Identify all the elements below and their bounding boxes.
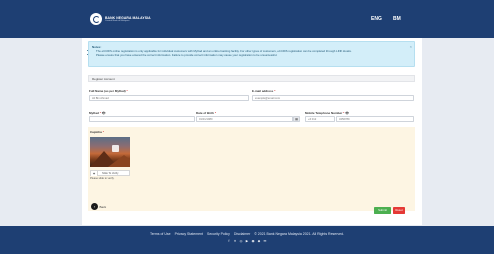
mail-icon[interactable]: ✉	[263, 239, 267, 243]
calendar-icon[interactable]: ▦	[293, 116, 300, 122]
footer-links: Terms of Use Privacy Statement Security …	[0, 232, 494, 236]
submit-button[interactable]: Submit	[374, 207, 391, 214]
notes-list: The eCCRIS online registration is only a…	[96, 49, 411, 57]
instagram-icon[interactable]: ◎	[239, 239, 243, 243]
footer-link-terms[interactable]: Terms of Use	[150, 232, 171, 236]
reset-button[interactable]: Reset	[393, 207, 405, 214]
captcha-label: Captcha *	[90, 130, 104, 134]
pinterest-icon[interactable]: ◆	[257, 239, 261, 243]
close-icon[interactable]: ×	[410, 44, 412, 49]
phone-label: Mobile Telephone Number *👁	[305, 111, 350, 115]
footer-copyright: © 2021 Bank Negara Malaysia 2021. All Ri…	[254, 232, 344, 236]
phone-prefix-input[interactable]: +6 012	[305, 116, 335, 122]
back-label: Back	[99, 204, 107, 209]
facebook-icon[interactable]: f	[227, 239, 231, 243]
captcha-slider[interactable]: + Slide To Verify	[90, 170, 130, 176]
full-name-label: Full Name (as per MyKad) *	[89, 89, 128, 93]
email-input[interactable]: example@email.com	[252, 95, 414, 101]
notes-alert: Notes: × The eCCRIS online registration …	[88, 41, 415, 67]
youtube-icon[interactable]: ▶	[245, 239, 249, 243]
mykad-input[interactable]	[89, 116, 195, 122]
lang-eng-link[interactable]: ENG	[371, 16, 382, 22]
site-footer: Terms of Use Privacy Statement Security …	[0, 226, 494, 254]
puzzle-piece-hole	[112, 145, 119, 152]
registration-page: Notes: × The eCCRIS online registration …	[82, 38, 422, 225]
captcha-puzzle-image	[90, 137, 130, 167]
back-button[interactable]: ‹ Back	[91, 203, 106, 210]
slider-text: Slide To Verify	[102, 172, 119, 175]
notes-item: Please ensure that you have entered the …	[96, 53, 411, 57]
bnm-emblem-icon	[90, 13, 102, 25]
footer-link-privacy[interactable]: Privacy Statement	[175, 232, 203, 236]
bnm-logo[interactable]: BANK NEGARA MALAYSIA Central Bank of Mal…	[90, 12, 170, 26]
rss-icon[interactable]: ◉	[251, 239, 255, 243]
social-icons: f ✕ ◎ ▶ ◉ ◆ ✉	[0, 239, 494, 243]
register-account-heading: Register Account	[88, 75, 415, 82]
mykad-label: MyKad *👁	[89, 111, 106, 115]
captcha-hint: Please slide to verify.	[90, 177, 115, 180]
footer-link-disclaimer[interactable]: Disclaimer	[234, 232, 250, 236]
eye-icon[interactable]: 👁	[102, 111, 106, 115]
back-arrow-icon: ‹	[91, 203, 98, 210]
phone-number-input[interactable]: 3456789	[336, 116, 414, 122]
logo-subtitle: Central Bank of Malaysia	[105, 20, 130, 23]
slider-handle[interactable]: +	[91, 171, 98, 176]
dob-label: Date of Birth *	[196, 111, 217, 115]
dob-input[interactable]: 01/01/1980	[196, 116, 293, 122]
full-name-input[interactable]: Ali Bin Ahmad	[89, 95, 249, 101]
captcha-panel: Captcha * + Slide To Verify Please slide…	[88, 127, 415, 211]
site-header: BANK NEGARA MALAYSIA Central Bank of Mal…	[0, 0, 494, 38]
lang-bm-link[interactable]: BM	[393, 16, 401, 22]
eye-icon[interactable]: 👁	[345, 111, 349, 115]
footer-link-security[interactable]: Security Policy	[207, 232, 230, 236]
twitter-icon[interactable]: ✕	[233, 239, 237, 243]
email-label: E-mail address *	[252, 89, 276, 93]
